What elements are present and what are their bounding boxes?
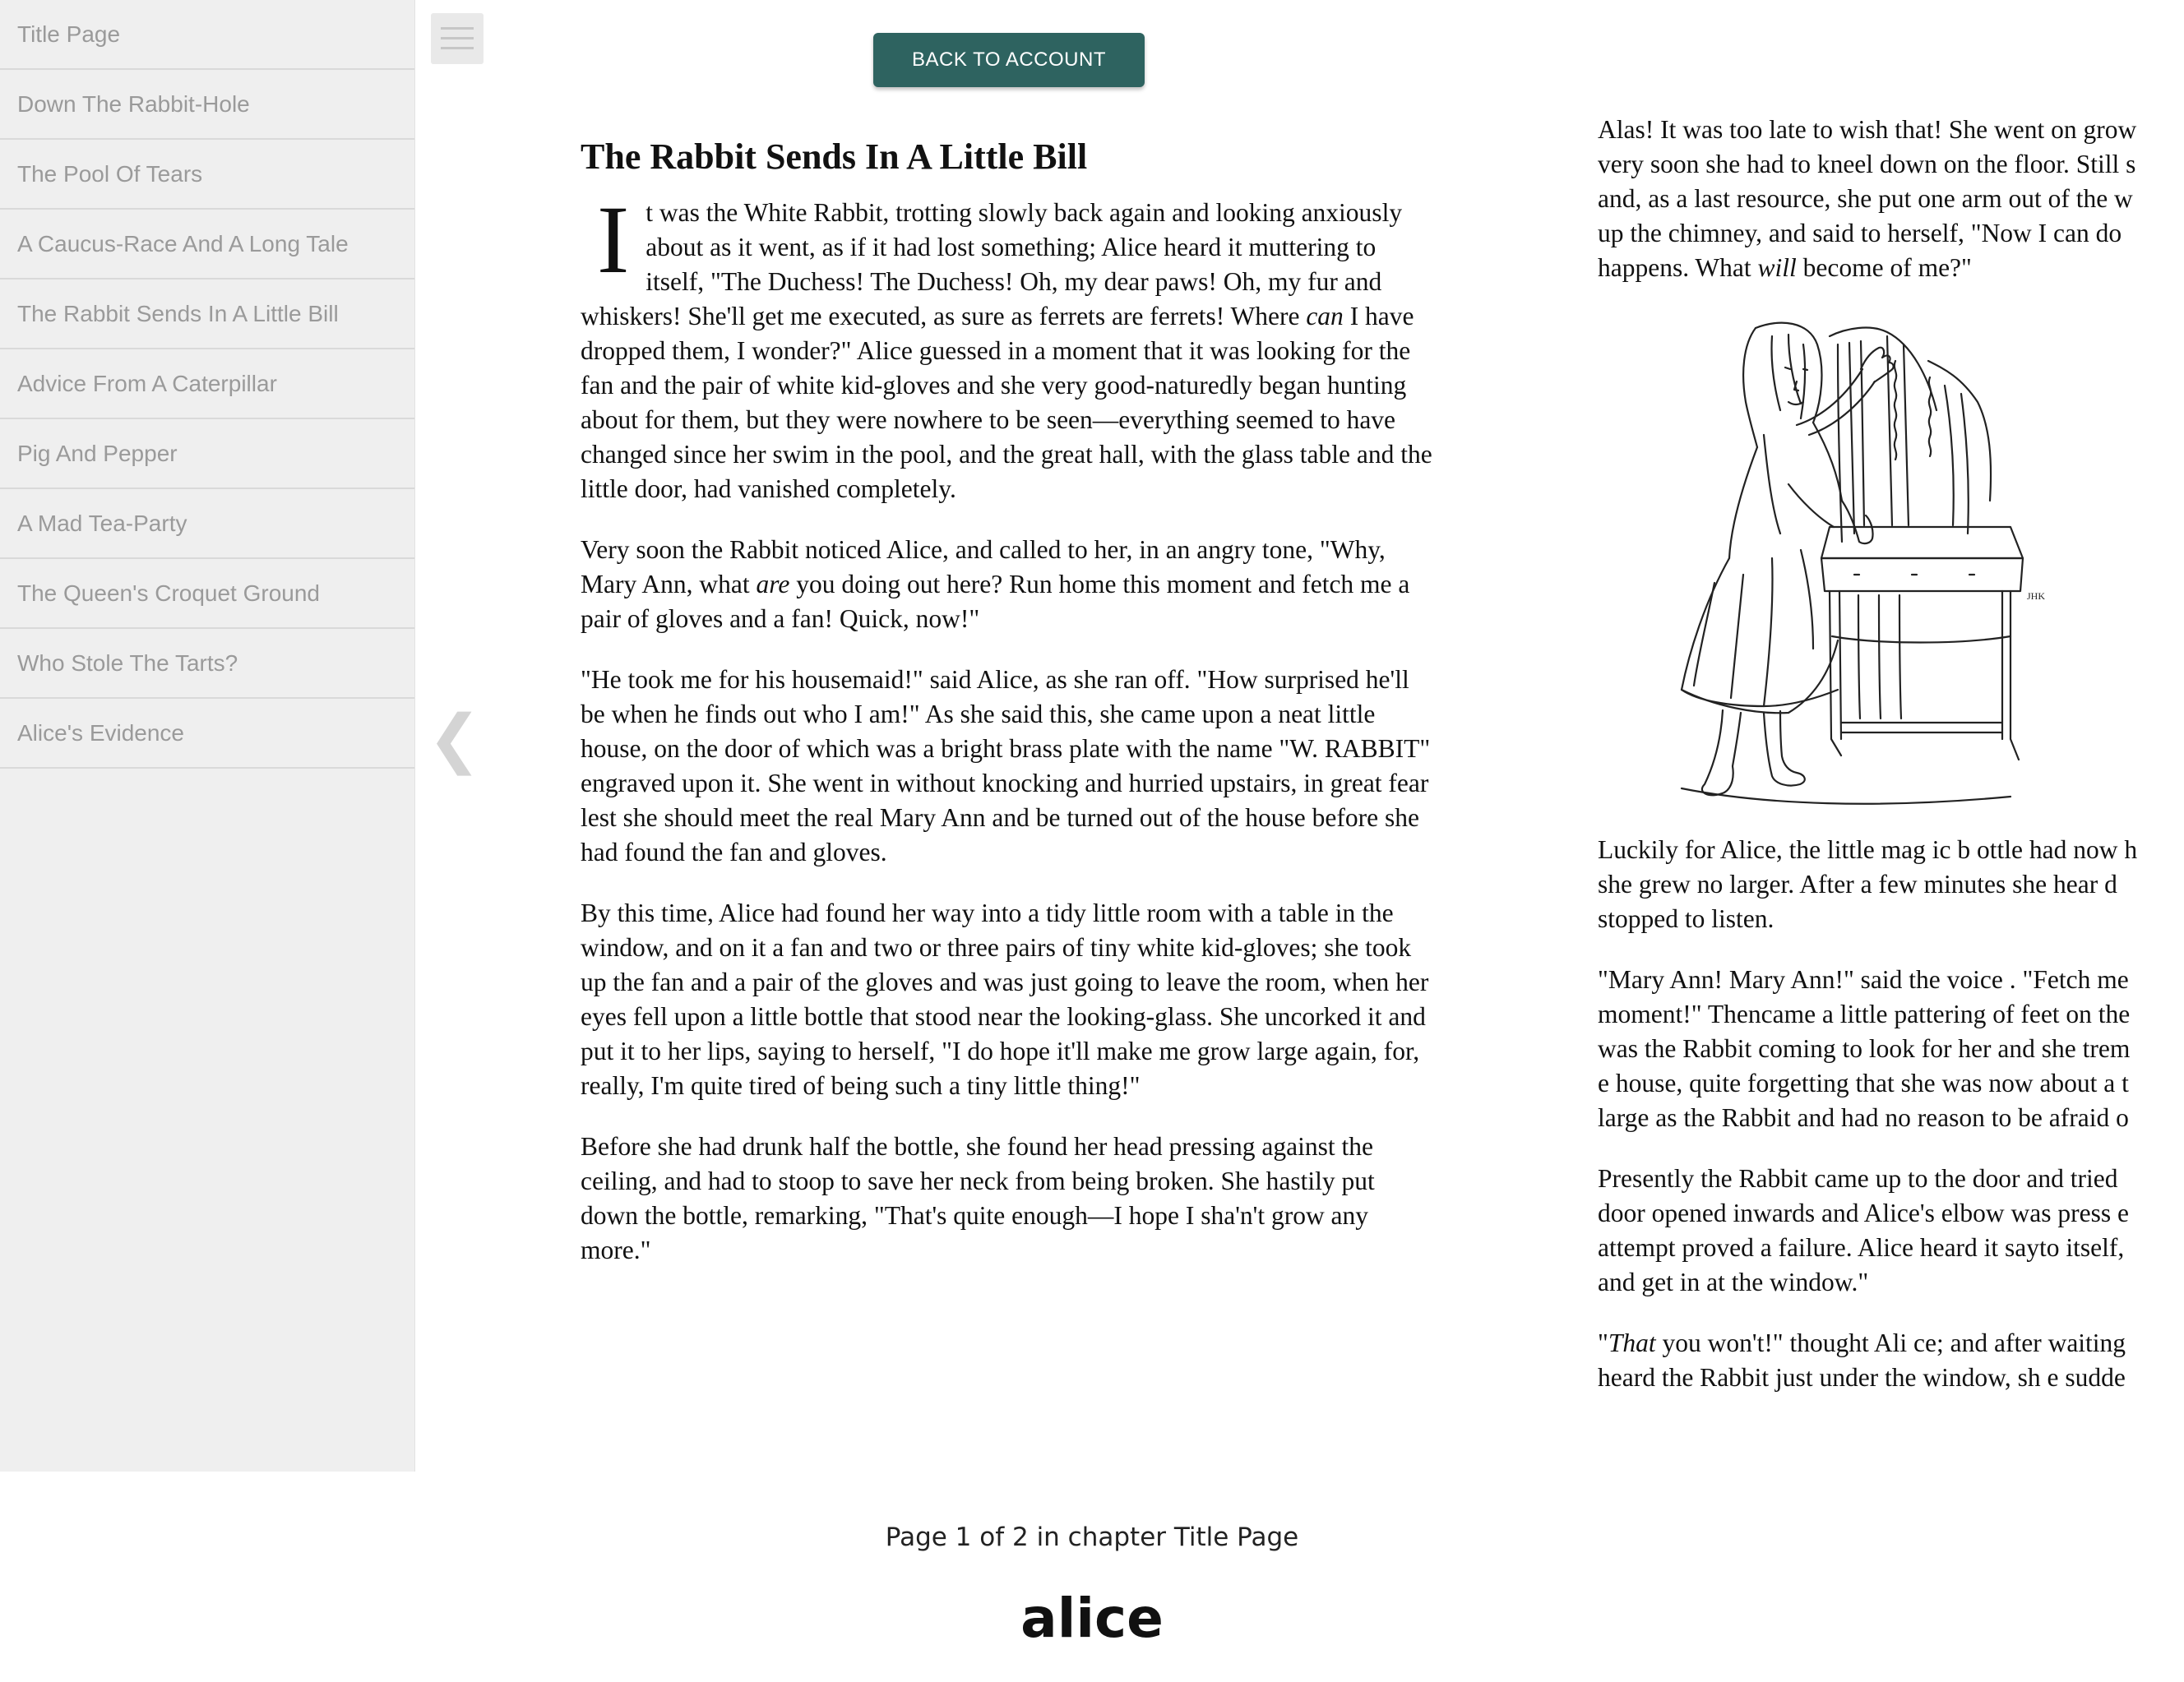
sidebar-item-mad-tea-party[interactable]: A Mad Tea-Party xyxy=(0,489,414,559)
text-line: large as the Rabbit and had no reason to… xyxy=(1598,1103,2129,1132)
page-status: Page 1 of 2 in chapter Title Page xyxy=(885,1523,1299,1552)
sidebar-item-advice-caterpillar[interactable]: Advice From A Caterpillar xyxy=(0,349,414,419)
hamburger-menu-icon[interactable] xyxy=(431,13,484,64)
text-line: stopped to listen. xyxy=(1598,904,1774,933)
text-line: moment!" Thencame a little pattering of … xyxy=(1598,1000,2131,1028)
text-line: Luckily for Alice, the little mag ic b o… xyxy=(1598,835,2138,864)
paragraph: By this time, Alice had found her way in… xyxy=(581,899,1429,1100)
text-line: very soon she had to kneel down on the f… xyxy=(1598,150,2136,178)
sidebar-item-the-pool-of-tears[interactable]: The Pool Of Tears xyxy=(0,140,414,210)
text-line: and get in at the window." xyxy=(1598,1268,1869,1296)
reader-page-right: Alas! It was too late to wish that! She … xyxy=(1598,113,2184,1421)
paragraph: Very soon the Rabbit noticed Alice, and … xyxy=(581,533,1436,636)
paragraph: Before she had drunk half the bottle, sh… xyxy=(581,1132,1375,1264)
back-to-account-button[interactable]: BACK TO ACCOUNT xyxy=(873,33,1145,87)
drop-cap: I xyxy=(597,186,630,293)
text-line: e house, quite forgetting that she was n… xyxy=(1598,1069,2129,1097)
paragraph: Alas! It was too late to wish that! She … xyxy=(1598,113,2184,285)
text-line: heard the Rabbit just under the window, … xyxy=(1598,1363,2126,1392)
text-line: door opened inwards and Alice's elbow wa… xyxy=(1598,1199,2130,1227)
emphasis: can xyxy=(1306,302,1344,330)
sidebar-item-caucus-race[interactable]: A Caucus-Race And A Long Tale xyxy=(0,210,414,280)
sidebar-item-title-page[interactable]: Title Page xyxy=(0,0,414,70)
emphasis: are xyxy=(756,570,790,598)
paragraph: Presently the Rabbit came up to the door… xyxy=(1598,1162,2184,1300)
sidebar-item-rabbit-sends-bill[interactable]: The Rabbit Sends In A Little Bill xyxy=(0,280,414,349)
text-line: happens. What will become of me?" xyxy=(1598,253,1972,282)
brand-logo: alice xyxy=(1020,1587,1164,1650)
text-run: t was the White Rabbit, trotting slowly … xyxy=(581,198,1403,330)
sidebar-item-alices-evidence[interactable]: Alice's Evidence xyxy=(0,699,414,769)
text-line: attempt proved a failure. Alice heard it… xyxy=(1598,1233,2125,1262)
sidebar-item-down-the-rabbit-hole[interactable]: Down The Rabbit-Hole xyxy=(0,70,414,140)
emphasis: That xyxy=(1608,1329,1656,1357)
text-line: up the chimney, and said to herself, "No… xyxy=(1598,219,2122,247)
emphasis: will xyxy=(1757,253,1797,282)
text-line: was the Rabbit coming to look for her an… xyxy=(1598,1034,2131,1063)
text-line: "That you won't!" thought Ali ce; and af… xyxy=(1598,1329,2126,1357)
sidebar-item-pig-and-pepper[interactable]: Pig And Pepper xyxy=(0,419,414,489)
chapter-sidebar: Title Page Down The Rabbit-Hole The Pool… xyxy=(0,0,415,1472)
paragraph: Luckily for Alice, the little mag ic b o… xyxy=(1598,833,2184,936)
paragraph: "He took me for his housemaid!" said Ali… xyxy=(581,665,1431,866)
text-line: and, as a last resource, she put one arm… xyxy=(1598,184,2133,213)
illustration-signature: JHK xyxy=(2027,590,2045,602)
paragraph: "That you won't!" thought Ali ce; and af… xyxy=(1598,1326,2184,1395)
text-line: Presently the Rabbit came up to the door… xyxy=(1598,1164,2118,1193)
text-line: "Mary Ann! Mary Ann!" said the voice . "… xyxy=(1598,965,2129,994)
text-run: I have dropped them, I wonder?" Alice gu… xyxy=(581,302,1432,503)
text-line: Alas! It was too late to wish that! She … xyxy=(1598,115,2137,144)
paragraph: "Mary Ann! Mary Ann!" said the voice . "… xyxy=(1598,963,2184,1135)
text-line: she grew no larger. After a few minutes … xyxy=(1598,870,2117,899)
alice-illustration: JHK xyxy=(1680,321,2045,805)
chapter-title: The Rabbit Sends In A Little Bill xyxy=(581,136,1088,177)
reader-page-left: The Rabbit Sends In A Little Bill It was… xyxy=(581,135,1436,1294)
chevron-left-icon[interactable]: ❮ xyxy=(428,707,481,771)
paragraph: It was the White Rabbit, trotting slowly… xyxy=(581,186,1436,506)
sidebar-item-who-stole-the-tarts[interactable]: Who Stole The Tarts? xyxy=(0,629,414,699)
sidebar-item-queens-croquet-ground[interactable]: The Queen's Croquet Ground xyxy=(0,559,414,629)
